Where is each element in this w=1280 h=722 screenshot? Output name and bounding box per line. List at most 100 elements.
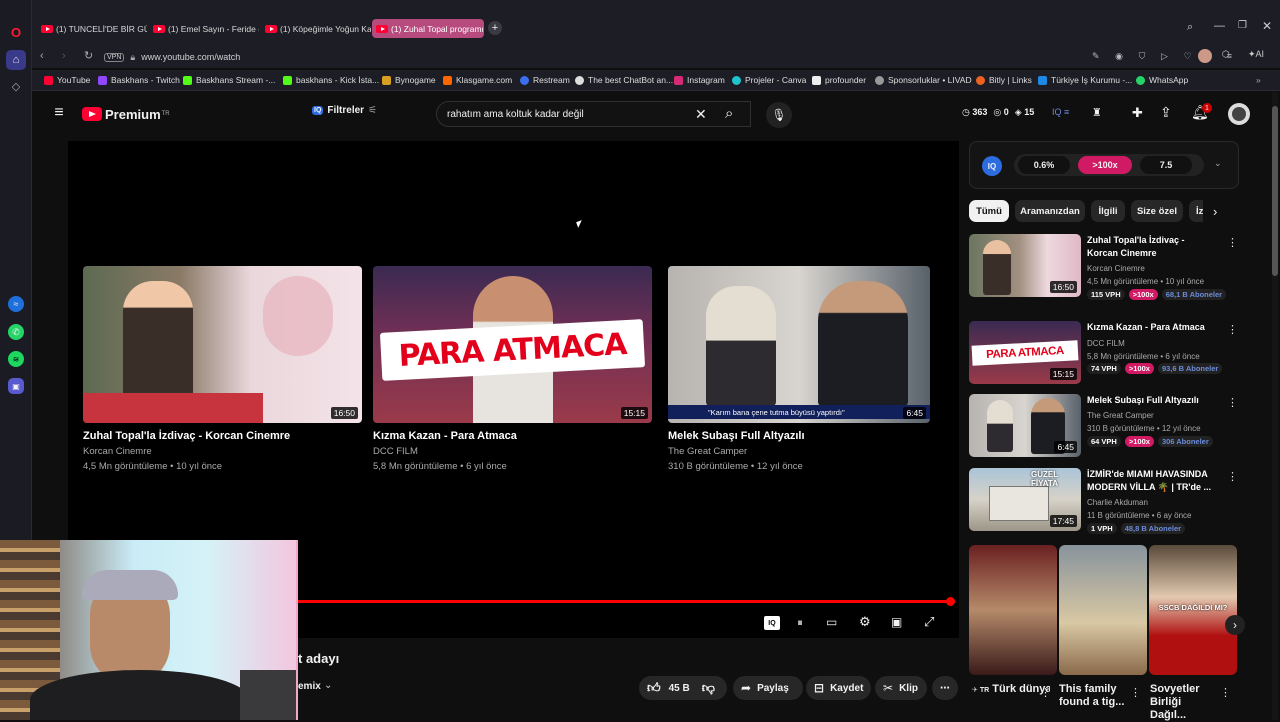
clip-button[interactable]: ✂ Klip: [875, 676, 927, 700]
vpn-badge[interactable]: VPN: [104, 52, 125, 62]
video-title[interactable]: Kızma Kazan - Para Atmaca: [373, 430, 652, 442]
url-field[interactable]: VPN 🔒︎ www.youtube.com/watch: [104, 49, 1234, 65]
filters-button[interactable]: IQ Filtreler ⚟: [312, 105, 377, 116]
like-icon[interactable]: 👍︎: [647, 680, 661, 696]
subtitles-icon[interactable]: ▭: [826, 615, 837, 629]
related-title[interactable]: Zuhal Topal'la İzdivaç - Korcan Cinemre: [1087, 234, 1217, 260]
bookmark-bynogame[interactable]: Bynogame: [382, 75, 436, 85]
chip-for-you[interactable]: Size özel: [1131, 200, 1183, 222]
video-title[interactable]: Melek Subaşı Full Altyazılı: [668, 430, 930, 442]
puzzle-icon[interactable]: ✚: [1132, 105, 1143, 121]
extensions-icon[interactable]: ⬡: [1222, 49, 1230, 60]
chip-partial[interactable]: İz: [1189, 200, 1203, 222]
bookmark-stream[interactable]: Baskhans Stream -...: [183, 75, 275, 85]
more-options-icon[interactable]: ⋮: [1227, 470, 1238, 483]
scrollbar[interactable]: [1272, 92, 1278, 720]
hamburger-menu-icon[interactable]: ≡: [50, 104, 68, 122]
camera-icon[interactable]: ◉: [1115, 51, 1123, 62]
related-channel[interactable]: Charlie Akduman: [1087, 498, 1148, 507]
bookmark-restream[interactable]: Restream: [520, 75, 570, 85]
related-channel[interactable]: Korcan Cinemre: [1087, 264, 1145, 273]
pin-icon[interactable]: ◇: [6, 76, 26, 96]
save-button[interactable]: ⊟ Kaydet: [806, 676, 871, 700]
scrollbar-thumb[interactable]: [1272, 106, 1278, 276]
short-thumbnail[interactable]: [969, 545, 1057, 675]
upload-icon[interactable]: ⇪: [1160, 104, 1172, 121]
messenger-icon[interactable]: ≈: [8, 296, 24, 312]
pause-icon[interactable]: ⏸︎: [792, 615, 808, 631]
shield-icon[interactable]: ⛉: [1139, 51, 1146, 62]
tab-emel-sayin[interactable]: (1) Emel Sayın - Feride (Of: [149, 19, 259, 38]
bookmark-kick[interactable]: baskhans - Kick İsta...: [283, 75, 379, 85]
endscreen-card[interactable]: 16:50 Zuhal Topal'la İzdivaç - Korcan Ci…: [83, 266, 362, 472]
related-title[interactable]: İZMİR'de MIAMI HAVASINDA MODERN VİLLA 🌴 …: [1087, 468, 1217, 494]
opera-logo-icon[interactable]: O: [6, 22, 26, 42]
bookmark-sponsorluklar[interactable]: Sponsorluklar • LIVAD: [875, 75, 972, 85]
edit-icon[interactable]: ✎: [1092, 51, 1100, 62]
clear-search-icon[interactable]: ✕: [695, 106, 707, 123]
chips-next-icon[interactable]: ›: [1213, 204, 1217, 219]
reload-button[interactable]: ↻: [84, 49, 93, 62]
related-video[interactable]: 6:45 Melek Subaşı Full Altyazılı The Gre…: [969, 394, 1239, 464]
more-options-icon[interactable]: ⋮: [1220, 686, 1231, 699]
tab-tunceli[interactable]: (1) TUNCELİ'DE BİR GÜND: [37, 19, 147, 38]
dislike-icon[interactable]: 👎︎: [702, 680, 715, 696]
bookmark-profounder[interactable]: profounder: [812, 75, 866, 85]
tab-search-icon[interactable]: ⌕: [1187, 21, 1193, 34]
related-channel[interactable]: The Great Camper: [1087, 411, 1154, 420]
chip-all[interactable]: Tümü: [969, 200, 1009, 222]
voice-search-icon[interactable]: 🎙︎: [766, 102, 792, 128]
more-options-icon[interactable]: ⋮: [1227, 323, 1238, 336]
bookmark-twitch[interactable]: Baskhans - Twitch: [98, 75, 180, 85]
related-video[interactable]: 16:50 Zuhal Topal'la İzdivaç - Korcan Ci…: [969, 234, 1239, 304]
bookmark-klasgame[interactable]: Klasgame.com: [443, 75, 512, 85]
profile-avatar[interactable]: [1198, 49, 1212, 63]
related-thumbnail[interactable]: 16:50: [969, 234, 1081, 297]
share-button[interactable]: ➦ Paylaş: [733, 676, 803, 700]
tab-zuhal-topal[interactable]: (1) Zuhal Topal programı: [372, 19, 484, 38]
remix-fragment[interactable]: emix: [298, 681, 321, 692]
bookmark-bitly[interactable]: Bitly | Links: [976, 75, 1032, 85]
endscreen-thumbnail[interactable]: "Karım bana çene tutma büyüsü yaptırdı" …: [668, 266, 930, 423]
expand-icon[interactable]: ⌄: [1214, 158, 1222, 169]
fullscreen-icon[interactable]: ⤢: [924, 614, 934, 630]
endscreen-thumbnail[interactable]: PARA ATMACA 15:15: [373, 266, 652, 423]
minimize-button[interactable]: —: [1214, 20, 1225, 32]
channel-name[interactable]: DCC FILM: [373, 446, 652, 457]
video-title[interactable]: Zuhal Topal'la İzdivaç - Korcan Cinemre: [83, 430, 362, 442]
short-title[interactable]: This family found a tig...: [1059, 683, 1131, 709]
bookmarks-more-icon[interactable]: »: [1256, 75, 1261, 85]
trophy-icon[interactable]: ♜: [1092, 106, 1102, 119]
channel-name[interactable]: Korcan Cinemre: [83, 446, 362, 457]
bookmark-whatsapp[interactable]: WhatsApp: [1136, 75, 1188, 85]
endscreen-card[interactable]: PARA ATMACA 15:15 Kızma Kazan - Para Atm…: [373, 266, 652, 472]
related-thumbnail[interactable]: 6:45: [969, 394, 1081, 457]
more-options-icon[interactable]: ⋮: [1227, 396, 1238, 409]
iq-menu-icon[interactable]: IQ ≡: [1052, 107, 1069, 117]
iq-player-icon[interactable]: IQ: [764, 616, 780, 630]
related-title[interactable]: Melek Subaşı Full Altyazılı: [1087, 394, 1217, 407]
short-title[interactable]: Sovyetler Birliği Dağıl...: [1150, 683, 1220, 722]
account-avatar[interactable]: [1228, 103, 1250, 125]
short-thumbnail[interactable]: SSCB DAĞILDI MI?: [1149, 545, 1237, 675]
more-options-icon[interactable]: ⋮: [1130, 686, 1141, 699]
progress-scrubber[interactable]: [946, 597, 955, 606]
play-icon[interactable]: ▷: [1161, 51, 1168, 62]
chip-from-search[interactable]: Aramanızdan: [1015, 200, 1085, 222]
bookmark-canva[interactable]: Projeler - Canva: [732, 75, 806, 85]
related-channel[interactable]: DCC FILM: [1087, 339, 1125, 348]
endscreen-thumbnail[interactable]: 16:50: [83, 266, 362, 423]
more-actions-button[interactable]: ⋯: [932, 676, 958, 700]
whatsapp-icon[interactable]: ✆: [8, 324, 24, 340]
bookmark-chatbot[interactable]: The best ChatBot an...: [575, 75, 673, 85]
endscreen-card[interactable]: "Karım bana çene tutma büyüsü yaptırdı" …: [668, 266, 930, 472]
related-video[interactable]: GÜZEL FİYATA 17:45 İZMİR'de MIAMI HAVASI…: [969, 468, 1239, 538]
more-options-icon[interactable]: ⋮: [1227, 236, 1238, 249]
close-window-button[interactable]: ✕: [1262, 19, 1272, 33]
youtube-premium-logo[interactable]: Premium TR: [82, 105, 170, 123]
theater-mode-icon[interactable]: ▣: [891, 615, 902, 629]
short-thumbnail[interactable]: [1059, 545, 1147, 675]
chip-related[interactable]: İlgili: [1091, 200, 1125, 222]
bookmark-instagram[interactable]: Instagram: [674, 75, 725, 85]
ai-icon[interactable]: ✦AI: [1248, 49, 1264, 60]
